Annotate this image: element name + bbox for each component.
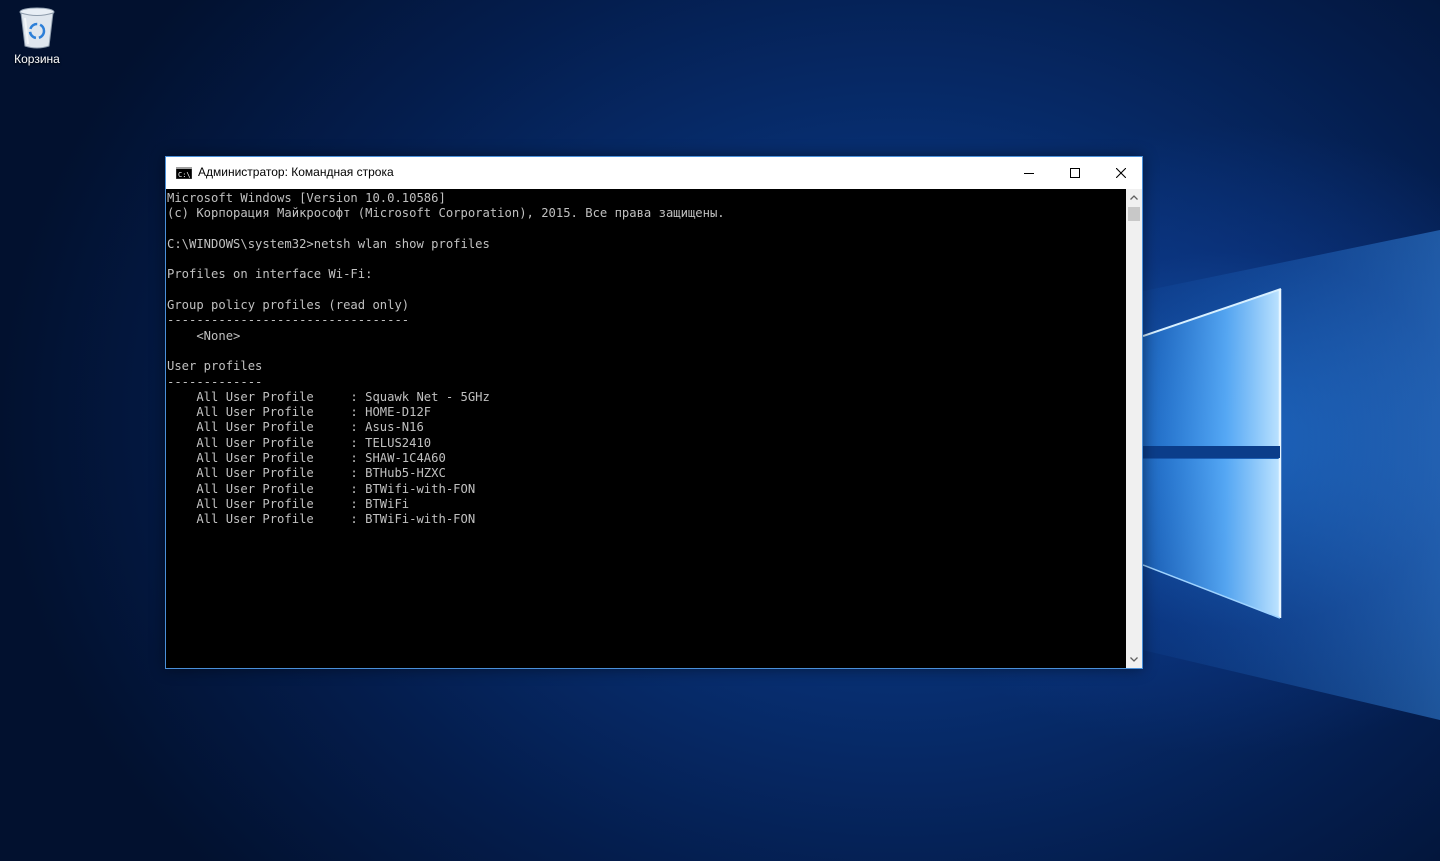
recycle-bin-icon [19, 7, 55, 49]
vertical-scrollbar[interactable] [1126, 189, 1142, 668]
scroll-thumb[interactable] [1128, 207, 1140, 221]
console-line: All User Profile : BTWiFi [167, 496, 410, 511]
console-line: Profiles on interface Wi-Fi: [167, 267, 373, 282]
scroll-down-button[interactable] [1126, 651, 1142, 668]
console-line: All User Profile : SHAW-1C4A60 [167, 451, 446, 466]
scroll-up-button[interactable] [1126, 189, 1142, 206]
close-icon [1116, 167, 1126, 178]
console-output[interactable]: Microsoft Windows [Version 10.0.10586] (c… [166, 189, 1126, 668]
desktop: Корзина C:\ Администратор: Командная стр… [0, 0, 1440, 861]
console-line: ------------- [167, 374, 263, 389]
recycle-bin[interactable]: Корзина [6, 6, 68, 76]
console-icon: C:\ [176, 167, 192, 179]
console-line: All User Profile : Squawk Net - 5GHz [167, 389, 490, 404]
console-line: (c) Корпорация Майкрософт (Microsoft Cor… [167, 206, 725, 221]
recycle-bin-label: Корзина [14, 52, 60, 66]
console-text: Microsoft Windows [Version 10.0.10586] (c… [166, 189, 1126, 528]
console-line: Microsoft Windows [Version 10.0.10586] [167, 191, 446, 205]
command-prompt-window[interactable]: C:\ Администратор: Командная строка Micr… [165, 156, 1143, 669]
minimize-icon [1024, 172, 1034, 174]
chevron-up-icon [1130, 195, 1138, 200]
console-line: User profiles [167, 359, 263, 374]
window-title: Администратор: Командная строка [198, 165, 394, 179]
console-line: All User Profile : Asus-N16 [167, 420, 424, 435]
maximize-button[interactable] [1052, 157, 1098, 188]
console-line: --------------------------------- [167, 313, 410, 328]
minimize-button[interactable] [1006, 157, 1052, 188]
console-line: All User Profile : BTWifi-with-FON [167, 481, 476, 496]
svg-text:C:\: C:\ [178, 171, 191, 179]
console-line: All User Profile : HOME-D12F [167, 405, 432, 420]
console-line: Group policy profiles (read only) [167, 298, 410, 313]
maximize-icon [1070, 167, 1080, 178]
console-line: C:\WINDOWS\system32>netsh wlan show prof… [167, 236, 490, 251]
chevron-down-icon [1130, 657, 1138, 662]
console-line: <None> [167, 328, 241, 343]
console-line: All User Profile : TELUS2410 [167, 435, 432, 450]
close-button[interactable] [1098, 157, 1144, 188]
title-bar[interactable]: C:\ Администратор: Командная строка [166, 157, 1142, 189]
console-line: All User Profile : BTWiFi-with-FON [167, 512, 476, 527]
console-line: All User Profile : BTHub5-HZXC [167, 466, 446, 481]
